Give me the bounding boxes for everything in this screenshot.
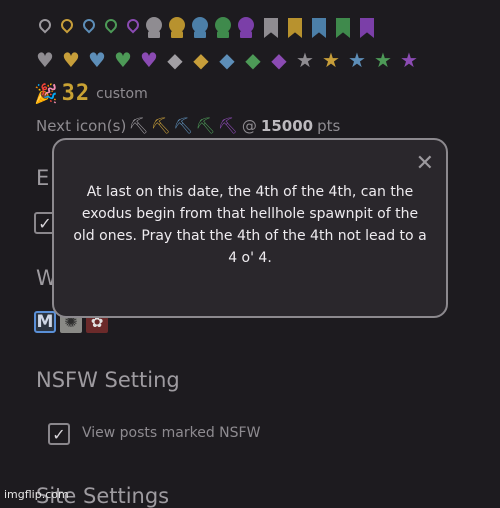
bookmark-purple-icon[interactable] bbox=[360, 18, 374, 38]
icon-row-hearts-gems-stars: ♥ ♥ ♥ ♥ ♥ ◆ ◆ ◆ ◆ ◆ ★ ★ ★ ★ ★ bbox=[34, 49, 424, 71]
bookmark-green-icon[interactable] bbox=[336, 18, 350, 38]
star-gold-icon[interactable]: ★ bbox=[320, 49, 342, 71]
heart-gray-icon[interactable]: ♥ bbox=[34, 49, 56, 71]
hidden-section-heading: E bbox=[36, 166, 50, 190]
star-purple-icon[interactable]: ★ bbox=[398, 49, 420, 71]
nsfw-heading: NSFW Setting bbox=[36, 368, 180, 392]
next-icon-label: Next icon(s) bbox=[36, 116, 127, 135]
gem-purple-icon[interactable]: ◆ bbox=[268, 49, 290, 71]
pin-gold-icon[interactable] bbox=[56, 16, 78, 39]
heart-green-icon[interactable]: ♥ bbox=[112, 49, 134, 71]
pin-purple-icon[interactable] bbox=[122, 16, 144, 39]
custom-badge-label: custom bbox=[96, 85, 148, 102]
custom-badge[interactable]: 🎉 32 custom bbox=[34, 81, 148, 106]
watermark: imgflip.com bbox=[4, 488, 69, 501]
pickaxe-gold-icon: ⛏ bbox=[150, 116, 171, 135]
bookmark-gold-icon[interactable] bbox=[288, 18, 302, 38]
at-sign: @ bbox=[241, 116, 257, 135]
medal-gray-icon[interactable] bbox=[144, 16, 164, 40]
party-popper-icon: 🎉 bbox=[34, 83, 58, 105]
next-icon-row: Next icon(s) ⛏ ⛏ ⛏ ⛏ ⛏ @ 15000 pts bbox=[36, 116, 340, 135]
nsfw-checkbox-label: View posts marked NSFW bbox=[82, 425, 261, 441]
pickaxe-list: ⛏ ⛏ ⛏ ⛏ ⛏ bbox=[126, 116, 238, 135]
heart-gold-icon[interactable]: ♥ bbox=[60, 49, 82, 71]
gem-green-icon[interactable]: ◆ bbox=[242, 49, 264, 71]
pin-gray-icon[interactable] bbox=[34, 16, 56, 39]
nsfw-checkbox[interactable] bbox=[48, 423, 70, 445]
pickaxe-gray-icon: ⛏ bbox=[128, 116, 149, 135]
heart-purple-icon[interactable]: ♥ bbox=[138, 49, 160, 71]
pin-green-icon[interactable] bbox=[100, 16, 122, 39]
medal-purple-icon[interactable] bbox=[236, 16, 256, 40]
pin-blue-icon[interactable] bbox=[78, 16, 100, 39]
widget-m-icon[interactable]: M bbox=[34, 311, 56, 333]
heart-blue-icon[interactable]: ♥ bbox=[86, 49, 108, 71]
pickaxe-purple-icon: ⛏ bbox=[217, 116, 238, 135]
medal-gold-icon[interactable] bbox=[167, 16, 187, 40]
gem-blue-icon[interactable]: ◆ bbox=[216, 49, 238, 71]
gem-gold-icon[interactable]: ◆ bbox=[190, 49, 212, 71]
icon-row-pins-medals-bookmarks bbox=[34, 16, 379, 40]
custom-badge-number: 32 bbox=[61, 81, 91, 106]
pickaxe-green-icon: ⛏ bbox=[195, 116, 216, 135]
close-icon[interactable]: ✕ bbox=[416, 153, 434, 175]
bookmark-blue-icon[interactable] bbox=[312, 18, 326, 38]
medal-blue-icon[interactable] bbox=[190, 16, 210, 40]
bookmark-gray-icon[interactable] bbox=[264, 18, 278, 38]
message-modal: ✕ At last on this date, the 4th of the 4… bbox=[52, 138, 448, 318]
star-blue-icon[interactable]: ★ bbox=[346, 49, 368, 71]
points-unit: pts bbox=[317, 116, 341, 135]
pickaxe-blue-icon: ⛏ bbox=[172, 116, 194, 135]
star-green-icon[interactable]: ★ bbox=[372, 49, 394, 71]
next-icon-points: 15000 bbox=[260, 116, 314, 135]
modal-message: At last on this date, the 4th of the 4th… bbox=[73, 184, 427, 266]
medal-green-icon[interactable] bbox=[213, 16, 233, 40]
gem-gray-icon[interactable]: ◆ bbox=[164, 49, 186, 71]
star-gray-icon[interactable]: ★ bbox=[294, 49, 316, 71]
